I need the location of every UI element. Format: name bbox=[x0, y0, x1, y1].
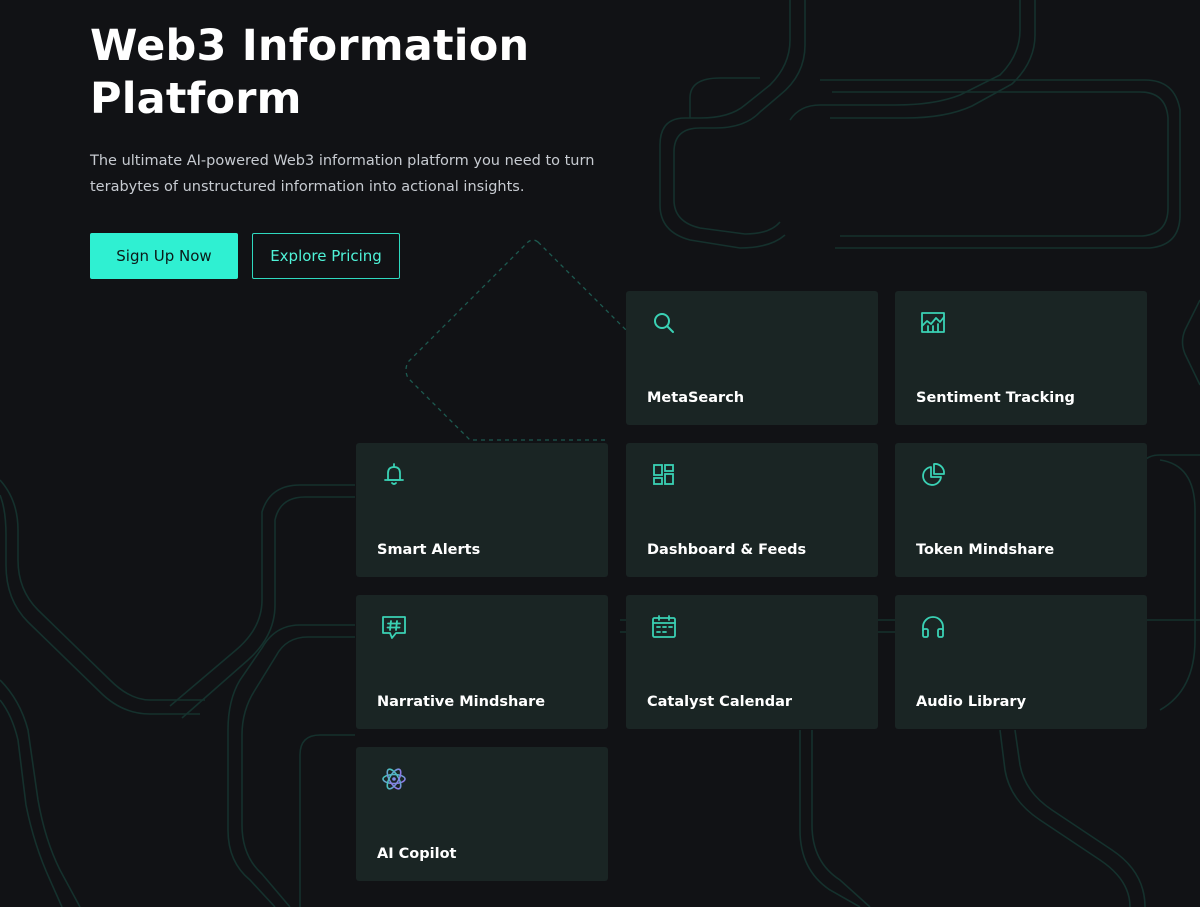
hero-section: Web3 Information Platform The ultimate A… bbox=[90, 20, 650, 200]
dashboard-grid-icon bbox=[650, 461, 678, 489]
hero-subtitle: The ultimate AI-powered Web3 information… bbox=[90, 148, 610, 200]
bell-icon bbox=[380, 461, 408, 489]
feature-card-smart-alerts[interactable]: Smart Alerts bbox=[356, 443, 608, 577]
area-chart-icon bbox=[919, 309, 947, 337]
feature-label: Token Mindshare bbox=[916, 542, 1055, 558]
feature-card-audio-library[interactable]: Audio Library bbox=[895, 595, 1147, 729]
feature-card-dashboard-feeds[interactable]: Dashboard & Feeds bbox=[626, 443, 878, 577]
feature-card-sentiment-tracking[interactable]: Sentiment Tracking bbox=[895, 291, 1147, 425]
search-icon bbox=[650, 309, 678, 337]
feature-label: Sentiment Tracking bbox=[916, 390, 1075, 406]
page-title-line-1: Web3 Information bbox=[90, 21, 530, 71]
feature-label: Smart Alerts bbox=[377, 542, 481, 558]
feature-card-token-mindshare[interactable]: Token Mindshare bbox=[895, 443, 1147, 577]
feature-label: Audio Library bbox=[916, 694, 1027, 710]
calendar-icon bbox=[650, 613, 678, 641]
explore-pricing-button[interactable]: Explore Pricing bbox=[252, 233, 400, 279]
pie-chart-icon bbox=[919, 461, 947, 489]
cta-buttons: Sign Up Now Explore Pricing bbox=[90, 233, 400, 279]
hero-subtitle-line-2: terabytes of unstructured information in… bbox=[90, 179, 525, 195]
hero-subtitle-line-1: The ultimate AI-powered Web3 information… bbox=[90, 153, 595, 169]
feature-card-narrative-mindshare[interactable]: Narrative Mindshare bbox=[356, 595, 608, 729]
feature-card-metasearch[interactable]: MetaSearch bbox=[626, 291, 878, 425]
headphones-icon bbox=[919, 613, 947, 641]
page-title: Web3 Information Platform bbox=[90, 20, 650, 126]
feature-card-ai-copilot[interactable]: AI Copilot bbox=[356, 747, 608, 881]
feature-label: MetaSearch bbox=[647, 390, 745, 406]
sign-up-now-button[interactable]: Sign Up Now bbox=[90, 233, 238, 279]
page-title-line-2: Platform bbox=[90, 74, 302, 124]
feature-label: Narrative Mindshare bbox=[377, 694, 546, 710]
feature-label: AI Copilot bbox=[377, 846, 457, 862]
feature-label: Catalyst Calendar bbox=[647, 694, 793, 710]
feature-label: Dashboard & Feeds bbox=[647, 542, 807, 558]
feature-card-catalyst-calendar[interactable]: Catalyst Calendar bbox=[626, 595, 878, 729]
atom-icon bbox=[380, 765, 408, 793]
hashtag-message-icon bbox=[380, 613, 408, 641]
